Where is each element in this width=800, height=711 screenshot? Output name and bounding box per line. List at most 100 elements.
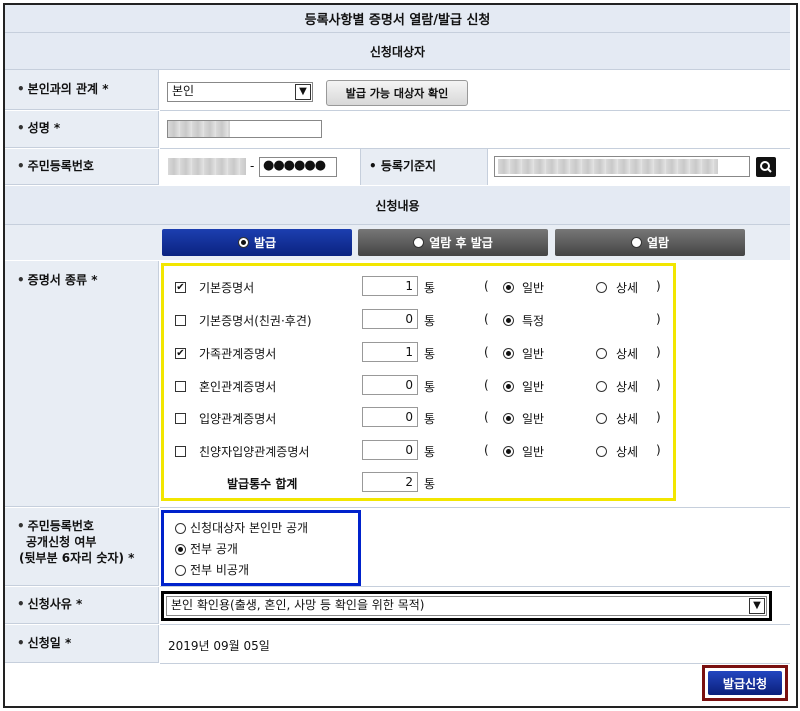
option1-radio[interactable] [503, 446, 514, 457]
option2-label: 상세 [616, 412, 639, 426]
option2-radio[interactable] [596, 446, 607, 457]
certificate-unit: 통 [424, 445, 436, 459]
disclosure-radio[interactable] [175, 544, 186, 555]
name-label-text: 성명 * [27, 121, 61, 135]
relation-select[interactable]: 본인 ▼ [167, 82, 313, 102]
reason-label-text: 신청사유 * [27, 597, 83, 611]
open-paren: ( [484, 410, 489, 424]
close-paren: ) [656, 345, 661, 359]
certificate-type-label: • 증명서 종류 * [5, 261, 159, 507]
certificate-checkbox[interactable] [175, 413, 186, 424]
divider [160, 110, 790, 111]
option1-radio[interactable] [503, 282, 514, 293]
tab-view-then-issue-label: 열람 후 발급 [429, 236, 493, 250]
certificate-checkbox[interactable] [175, 381, 186, 392]
rrn-front-field[interactable] [168, 158, 246, 175]
certificate-unit: 통 [424, 347, 436, 361]
page-title-text: 등록사항별 증명서 열람/발급 신청 [304, 13, 491, 28]
divider [160, 624, 790, 625]
option1-label: 일반 [522, 281, 545, 295]
certificate-name: 혼인관계증명서 [199, 380, 277, 394]
tab-view-radio [630, 237, 642, 248]
date-label-text: 신청일 * [27, 636, 72, 650]
search-icon [760, 161, 772, 173]
option2-label: 상세 [616, 445, 639, 459]
certificate-checkbox[interactable] [175, 446, 186, 457]
certificate-name: 기본증명서(친권·후견) [199, 314, 312, 328]
certificate-row: 입양관계증명서 0 통 (일반 상세) [175, 407, 675, 429]
registry-redacted [498, 159, 718, 174]
tab-issue-label: 발급 [253, 236, 277, 250]
certificate-checkbox[interactable] [175, 315, 186, 326]
reason-select[interactable]: 본인 확인용(출생, 혼인, 사망 등 확인을 위한 목적) ▼ [166, 596, 767, 616]
registry-label: • 등록기준지 [360, 149, 488, 185]
rrn-back-field[interactable]: ●●●●●● [259, 157, 337, 177]
option2-radio[interactable] [596, 282, 607, 293]
search-button[interactable] [756, 157, 776, 177]
rrn-label-text: 주민등록번호 [27, 159, 94, 173]
option2-label: 상세 [616, 281, 639, 295]
rrn-back-masked: ●●●●●● [263, 158, 326, 173]
certificate-checkbox[interactable]: ✔ [175, 348, 186, 359]
disclosure-option-label: 신청대상자 본인만 공개 [190, 521, 309, 535]
reason-select-value: 본인 확인용(출생, 혼인, 사망 등 확인을 위한 목적) [171, 598, 425, 612]
certificate-checkbox[interactable]: ✔ [175, 282, 186, 293]
option1-radio[interactable] [503, 348, 514, 359]
name-redacted [168, 121, 230, 137]
disclosure-label-line1: 주민등록번호 [27, 519, 94, 533]
option2-radio[interactable] [596, 381, 607, 392]
close-paren: ) [656, 410, 661, 424]
option1-label: 특정 [522, 314, 545, 328]
certificate-count-input[interactable]: 0 [362, 440, 418, 460]
divider [160, 507, 790, 508]
certificate-unit: 통 [424, 314, 436, 328]
chevron-down-icon: ▼ [295, 84, 311, 100]
option1-radio[interactable] [503, 413, 514, 424]
tab-issue[interactable]: 발급 [162, 229, 352, 256]
disclosure-option-label: 전부 공개 [190, 542, 238, 556]
certificate-unit: 통 [424, 281, 436, 295]
option1-radio[interactable] [503, 315, 514, 326]
open-paren: ( [484, 312, 489, 326]
disclosure-option[interactable]: 전부 비공개 [175, 561, 249, 578]
tab-view-then-issue-radio [413, 237, 425, 248]
check-eligible-button-label: 발급 가능 대상자 확인 [345, 87, 449, 100]
disclosure-label-line2: 공개신청 여부 [26, 535, 97, 549]
certificate-count-input[interactable]: 1 [362, 342, 418, 362]
total-unit: 통 [424, 477, 436, 491]
certificate-count-input[interactable]: 0 [362, 309, 418, 329]
certificate-type-label-text: 증명서 종류 * [27, 273, 98, 287]
certificate-count-input[interactable]: 1 [362, 276, 418, 296]
option1-label: 일반 [522, 445, 545, 459]
submit-button[interactable]: 발급신청 [708, 671, 782, 695]
open-paren: ( [484, 443, 489, 457]
relation-label-text: 본인과의 관계 * [27, 82, 109, 96]
option1-label: 일반 [522, 380, 545, 394]
option1-radio[interactable] [503, 381, 514, 392]
relation-select-value: 본인 [172, 84, 195, 98]
disclosure-radio[interactable] [175, 523, 186, 534]
disclosure-option[interactable]: 신청대상자 본인만 공개 [175, 519, 308, 536]
total-label: 발급통수 합계 [227, 477, 298, 491]
rrn-label: • 주민등록번호 [5, 149, 159, 185]
certificate-count-input[interactable]: 0 [362, 407, 418, 427]
name-label: • 성명 * [5, 111, 159, 148]
tab-view[interactable]: 열람 [555, 229, 745, 256]
option2-radio[interactable] [596, 413, 607, 424]
certificate-row: 혼인관계증명서 0 통 (일반 상세) [175, 375, 675, 397]
open-paren: ( [484, 378, 489, 392]
tab-view-then-issue[interactable]: 열람 후 발급 [358, 229, 548, 256]
check-eligible-button[interactable]: 발급 가능 대상자 확인 [326, 80, 468, 106]
open-paren: ( [484, 279, 489, 293]
chevron-down-icon: ▼ [749, 598, 765, 614]
registry-label-text: 등록기준지 [380, 159, 437, 173]
certificate-row: ✔ 가족관계증명서 1 통 (일반 상세) [175, 342, 675, 364]
disclosure-option[interactable]: 전부 공개 [175, 540, 238, 557]
disclosure-radio[interactable] [175, 565, 186, 576]
rrn-dash: - [250, 159, 255, 173]
certificate-name: 기본증명서 [199, 281, 255, 295]
certificate-count-input[interactable]: 0 [362, 375, 418, 395]
option2-radio[interactable] [596, 348, 607, 359]
page-title: 등록사항별 증명서 열람/발급 신청 [5, 5, 790, 33]
certificate-row: 친양자입양관계증명서 0 통 (일반 상세) [175, 440, 675, 462]
